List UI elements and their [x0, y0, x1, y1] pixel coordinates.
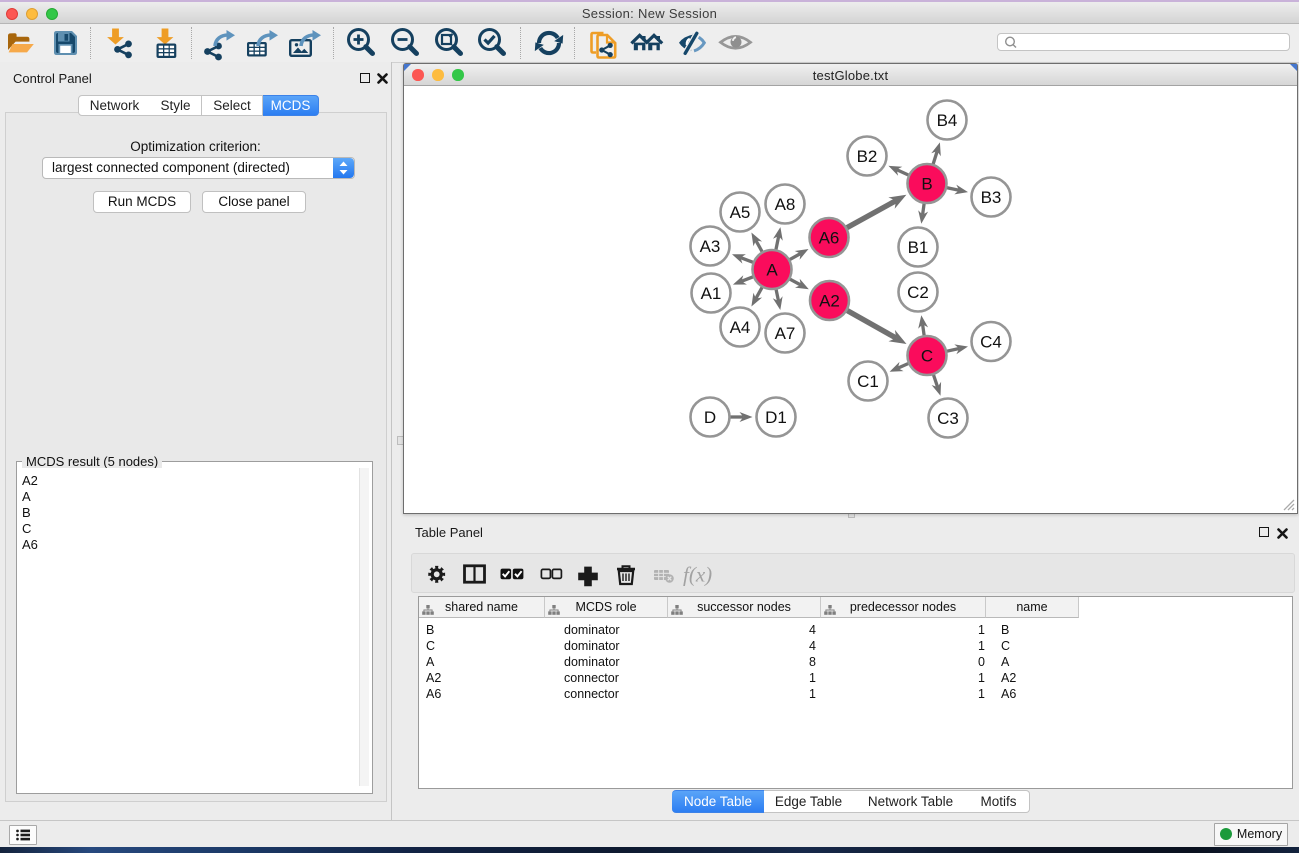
svg-text:B3: B3 — [981, 188, 1002, 207]
svg-text:C4: C4 — [980, 333, 1002, 352]
svg-text:C2: C2 — [907, 283, 929, 302]
svg-text:A3: A3 — [700, 237, 721, 256]
svg-text:C: C — [921, 347, 933, 366]
svg-text:A4: A4 — [730, 318, 751, 337]
svg-text:B2: B2 — [857, 147, 878, 166]
svg-text:f(x): f(x) — [683, 563, 712, 587]
svg-text:A7: A7 — [775, 324, 796, 343]
svg-text:A: A — [766, 261, 778, 280]
svg-text:B: B — [921, 175, 932, 194]
svg-text:A5: A5 — [730, 203, 751, 222]
svg-text:C1: C1 — [857, 372, 879, 391]
svg-text:A2: A2 — [819, 292, 840, 311]
svg-text:A8: A8 — [775, 195, 796, 214]
svg-text:D1: D1 — [765, 408, 787, 427]
svg-text:C3: C3 — [937, 409, 959, 428]
svg-text:A6: A6 — [819, 229, 840, 248]
svg-text:B4: B4 — [937, 111, 958, 130]
svg-text:A1: A1 — [701, 284, 722, 303]
svg-text:D: D — [704, 408, 716, 427]
svg-text:B1: B1 — [908, 238, 929, 257]
